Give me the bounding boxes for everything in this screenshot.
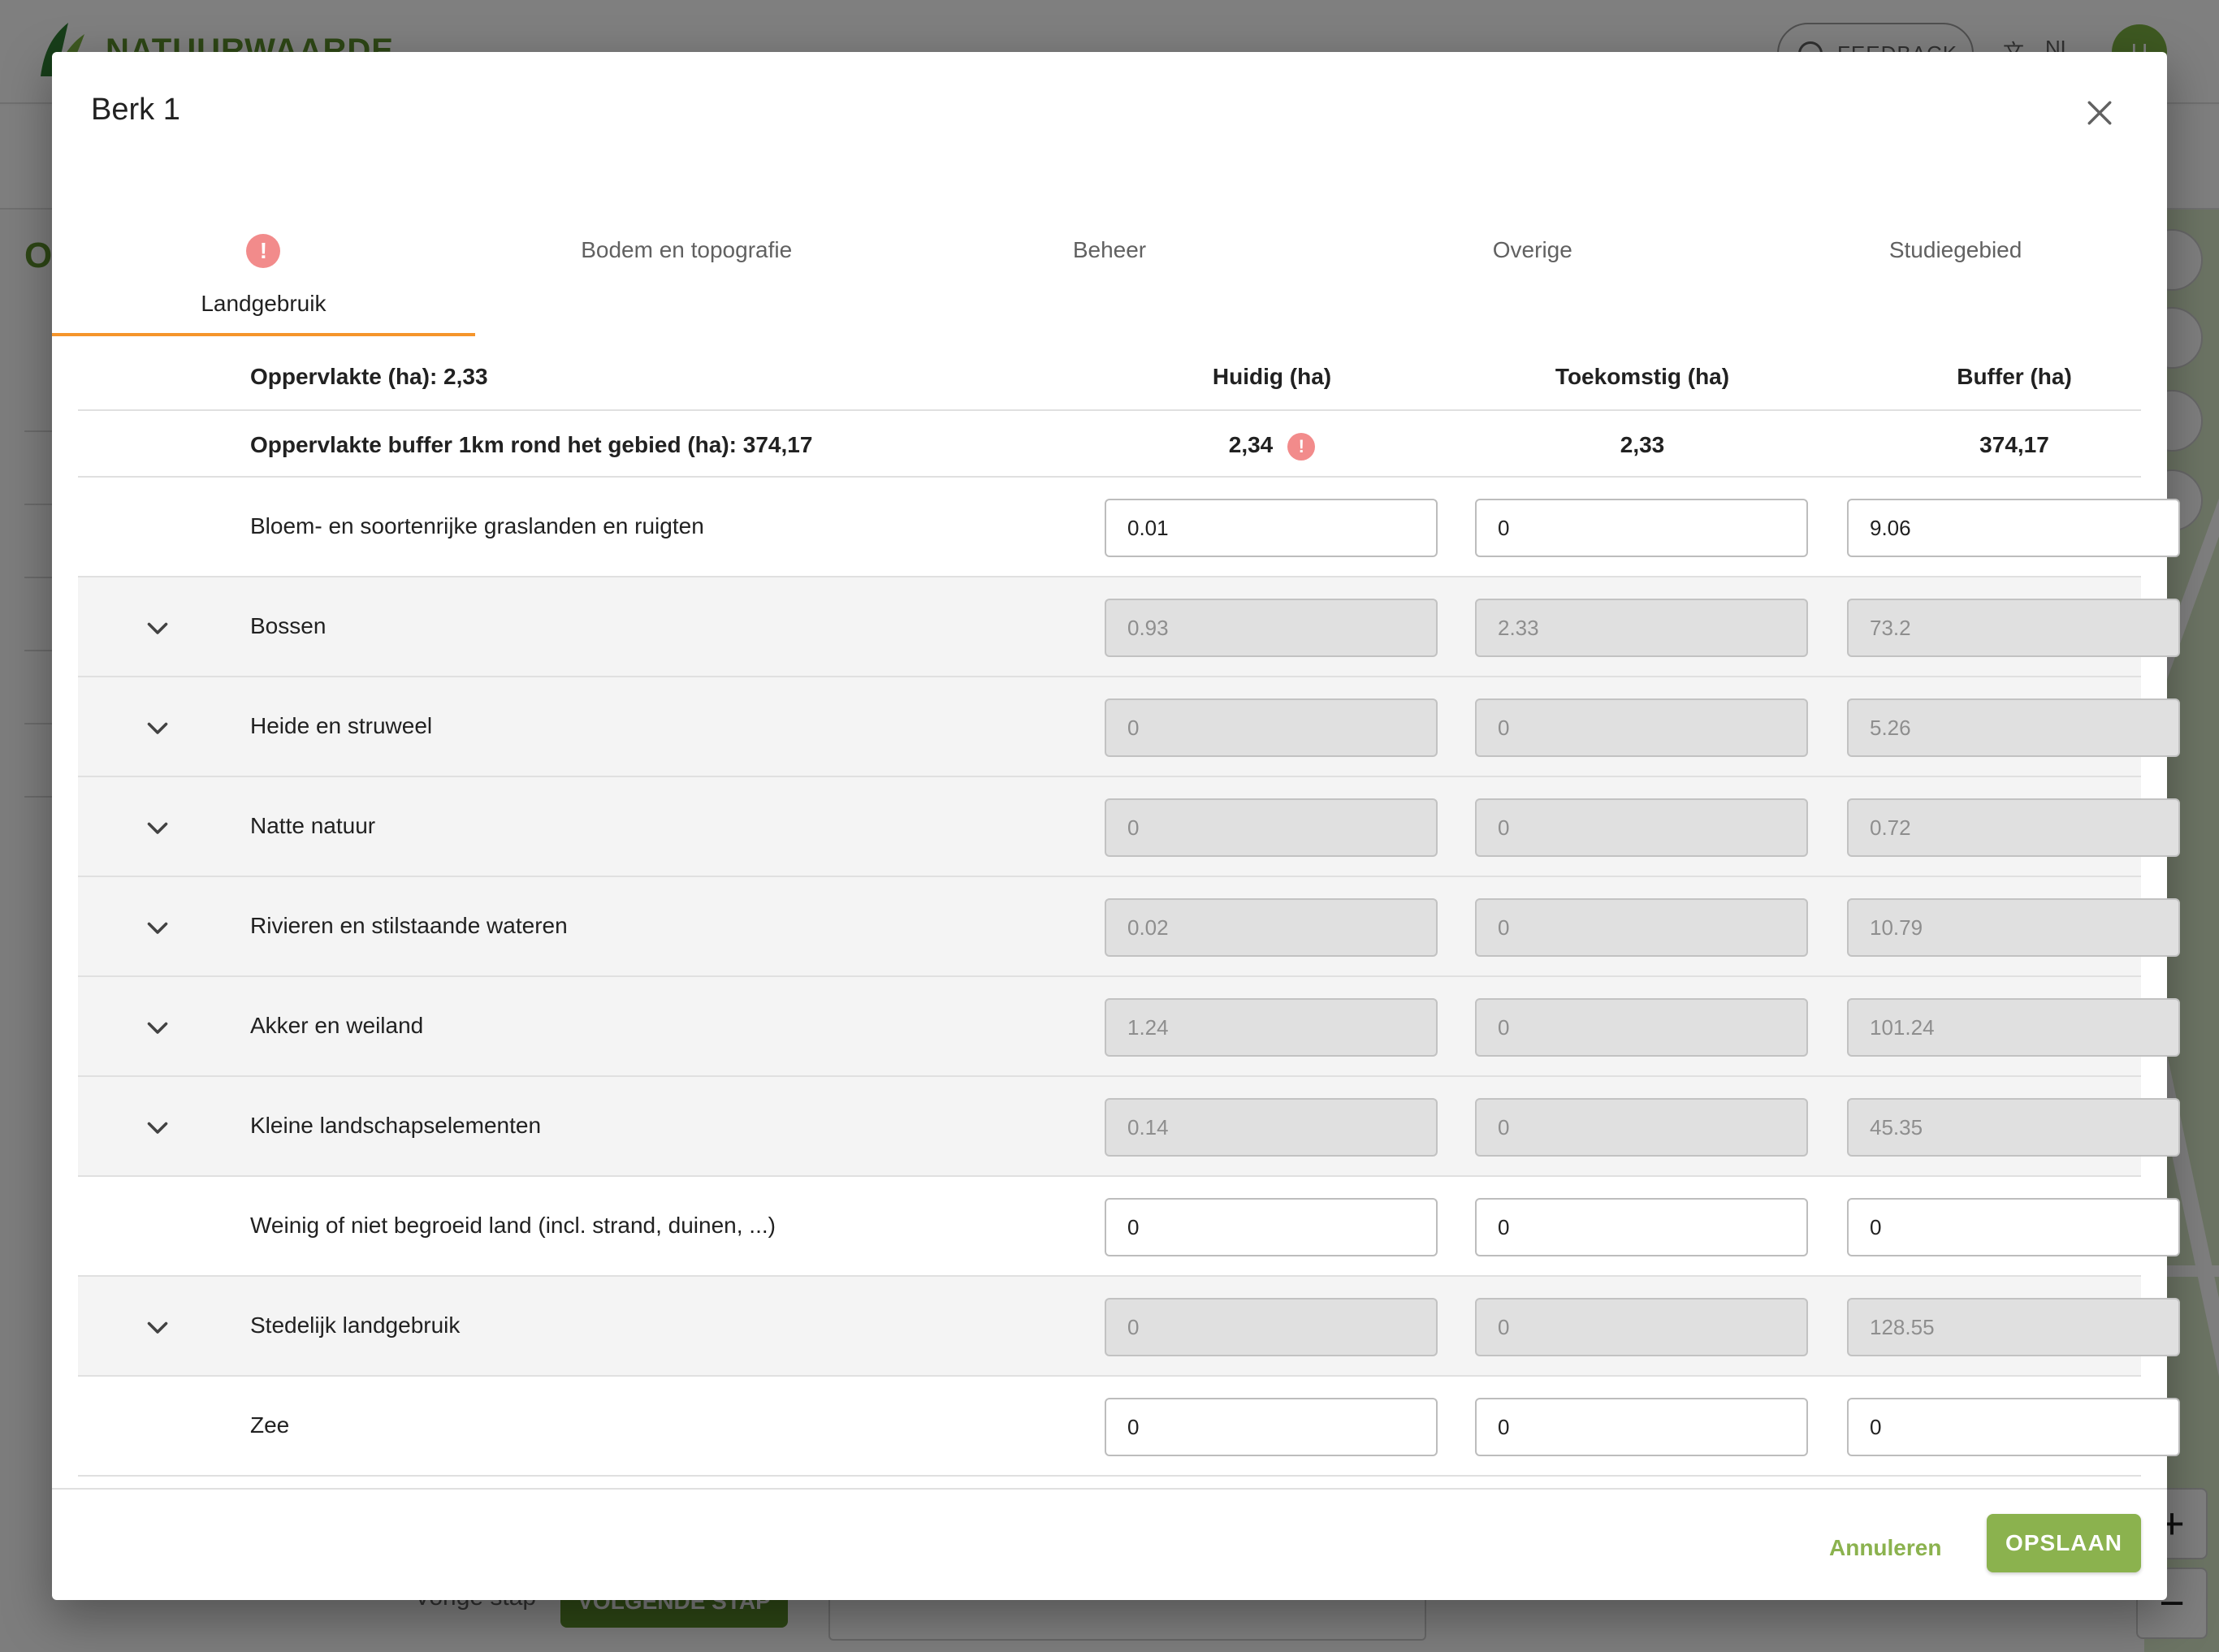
table-row[interactable]: Heide en struweel [78,677,2180,777]
row-label: Weinig of niet begroeid land (incl. stra… [250,1213,776,1238]
table-summary-row: Oppervlakte buffer 1km rond het gebied (… [78,411,2141,478]
table-row[interactable]: Stedelijk landgebruik [78,1277,2180,1377]
buffer-ha-input[interactable] [1847,499,2180,557]
tab-landgebruik[interactable]: ! Landgebruik [52,182,475,336]
buffer-ha-input [1847,998,2180,1057]
summary-current-value: 2,34 [1228,432,1274,457]
current-ha-input[interactable] [1105,499,1438,557]
current-ha-input [1105,698,1438,757]
future-ha-input [1475,898,1808,957]
future-ha-input[interactable] [1475,499,1808,557]
tab-label: Bodem en topografie [581,237,793,262]
table-row: Bloem- en soortenrijke graslanden en rui… [78,478,2180,577]
future-ha-input [1475,798,1808,857]
future-ha-input [1475,599,1808,657]
future-ha-input [1475,998,1808,1057]
tab-label: Landgebruik [201,291,327,316]
chevron-down-icon[interactable] [143,1313,172,1342]
tab-bodem-en-topografie[interactable]: Bodem en topografie [475,182,898,336]
current-ha-input [1105,1098,1438,1157]
current-ha-input [1105,998,1438,1057]
tab-label: Overige [1492,237,1572,262]
current-ha-input[interactable] [1105,1398,1438,1456]
table-row: Zee [78,1377,2180,1477]
current-ha-input [1105,599,1438,657]
table-row[interactable]: Natte natuur [78,777,2180,877]
row-label: Akker en weiland [250,1013,424,1038]
row-label: Stedelijk landgebruik [250,1313,461,1338]
buffer-ha-input [1847,1098,2180,1157]
row-label: Zee [250,1412,290,1438]
summary-future: 2,33 [1620,432,1665,457]
current-ha-input [1105,1298,1438,1356]
chevron-down-icon[interactable] [143,1013,172,1042]
column-header-current: Huidig (ha) [1212,364,1332,389]
column-header-future: Toekomstig (ha) [1555,364,1730,389]
tab-label: Studiegebied [1888,237,2022,262]
chevron-down-icon[interactable] [143,1113,172,1142]
future-ha-input [1475,698,1808,757]
row-label: Kleine landschapselementen [250,1113,542,1138]
buffer-ha-input[interactable] [1847,1198,2180,1256]
close-icon [2087,101,2112,125]
dialog-title: Berk 1 [91,93,180,127]
buffer-ha-input [1847,698,2180,757]
future-ha-input[interactable] [1475,1198,1808,1256]
chevron-down-icon[interactable] [143,813,172,842]
current-ha-input[interactable] [1105,1198,1438,1256]
land-use-table: Oppervlakte (ha): 2,33 Huidig (ha) Toeko… [78,344,2180,1477]
tab-studiegebied[interactable]: Studiegebied [1744,182,2167,336]
area-label: Oppervlakte (ha): 2,33 [250,364,488,389]
chevron-down-icon[interactable] [143,613,172,642]
tab-bar: ! Landgebruik Bodem en topografie Beheer… [52,182,2167,336]
summary-current: 2,34! [1106,432,1438,461]
future-ha-input [1475,1298,1808,1356]
cancel-button[interactable]: Annuleren [1810,1519,1961,1577]
chevron-down-icon[interactable] [143,713,172,742]
save-button[interactable]: OPSLAAN [1987,1514,2141,1572]
future-ha-input[interactable] [1475,1398,1808,1456]
row-label: Heide en struweel [250,713,433,738]
close-button[interactable] [2071,84,2128,141]
buffer-ha-input [1847,798,2180,857]
table-row[interactable]: Rivieren en stilstaande wateren [78,877,2180,977]
table-row: Weinig of niet begroeid land (incl. stra… [78,1177,2180,1277]
tab-overige[interactable]: Overige [1321,182,1744,336]
buffer-ha-input [1847,599,2180,657]
alert-icon: ! [1287,432,1316,461]
table-row[interactable]: Akker en weiland [78,977,2180,1077]
dialog-footer-divider [52,1488,2167,1490]
current-ha-input [1105,798,1438,857]
row-label: Bossen [250,613,327,638]
future-ha-input [1475,1098,1808,1157]
current-ha-input [1105,898,1438,957]
buffer-ha-input[interactable] [1847,1398,2180,1456]
buffer-ha-input [1847,898,2180,957]
buffer-area-label: Oppervlakte buffer 1km rond het gebied (… [250,432,813,457]
table-header-row: Oppervlakte (ha): 2,33 Huidig (ha) Toeko… [78,344,2141,411]
summary-buffer: 374,17 [1979,432,2049,457]
alert-icon: ! [246,234,281,268]
buffer-ha-input [1847,1298,2180,1356]
column-header-buffer: Buffer (ha) [1957,364,2072,389]
table-row[interactable]: Kleine landschapselementen [78,1077,2180,1177]
tab-label: Beheer [1072,237,1147,262]
tab-beheer[interactable]: Beheer [898,182,1321,336]
row-label: Bloem- en soortenrijke graslanden en rui… [250,513,704,538]
row-label: Rivieren en stilstaande wateren [250,913,568,938]
table-row[interactable]: Bossen [78,577,2180,677]
edit-area-dialog: Berk 1 ! Landgebruik Bodem en topografie… [52,52,2180,1600]
row-label: Natte natuur [250,813,376,838]
chevron-down-icon[interactable] [143,913,172,942]
